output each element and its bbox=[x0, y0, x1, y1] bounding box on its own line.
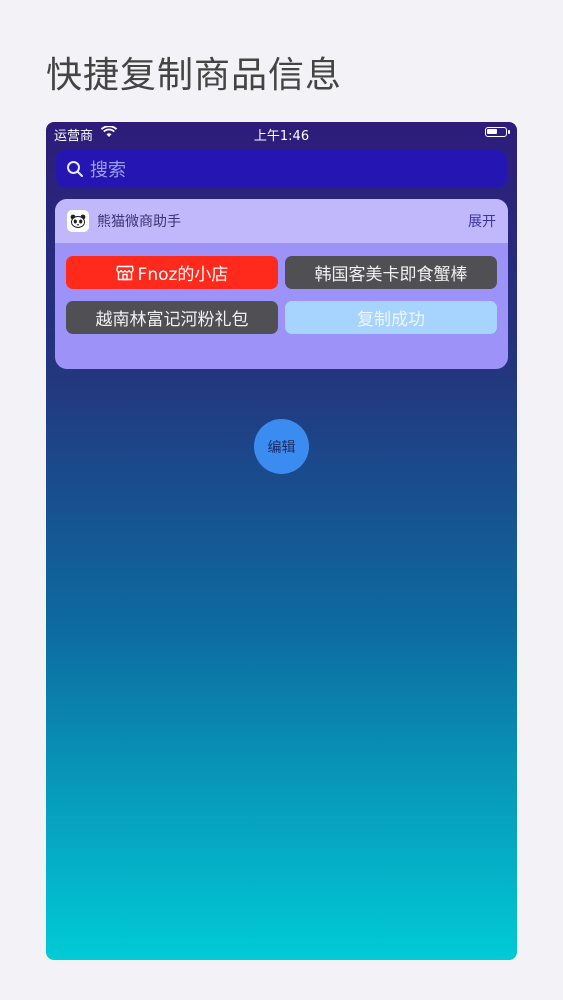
status-bar: 运营商 上午1:46 bbox=[46, 122, 517, 144]
search-icon bbox=[67, 161, 83, 177]
widget-app-name: 熊猫微商助手 bbox=[97, 214, 181, 230]
store-chip-label: Fnoz的小店 bbox=[137, 265, 229, 285]
search-placeholder[interactable]: 搜索 bbox=[90, 156, 126, 182]
search-bar[interactable]: 搜索 bbox=[56, 150, 507, 188]
product-chip-noodle[interactable]: 越南林富记河粉礼包 bbox=[66, 301, 278, 334]
copy-success-chip[interactable]: 复制成功 bbox=[285, 301, 497, 334]
copy-success-label: 复制成功 bbox=[357, 310, 425, 330]
product-chip-label: 越南林富记河粉礼包 bbox=[95, 310, 249, 330]
expand-button[interactable]: 展开 bbox=[468, 211, 496, 231]
widget-header: 熊猫微商助手 展开 bbox=[55, 199, 508, 243]
widget-panel: 熊猫微商助手 展开 Fnoz的小店 韩国客美卡即食蟹棒 越南林富记河粉礼包 复制… bbox=[55, 199, 508, 369]
status-time: 上午1:46 bbox=[253, 129, 310, 144]
battery-icon bbox=[485, 127, 510, 137]
panda-icon bbox=[67, 210, 89, 232]
edit-label: 编辑 bbox=[267, 439, 296, 456]
store-chip[interactable]: Fnoz的小店 bbox=[66, 256, 278, 289]
store-icon bbox=[115, 265, 134, 280]
product-chip-crab[interactable]: 韩国客美卡即食蟹棒 bbox=[285, 256, 497, 289]
product-chip-label: 韩国客美卡即食蟹棒 bbox=[314, 265, 468, 285]
phone-screen: 运营商 上午1:46 搜索 熊猫微商助手 展开 Fnoz的小店 韩国客美卡即食蟹… bbox=[46, 122, 517, 960]
page-title: 快捷复制商品信息 bbox=[46, 55, 343, 96]
edit-button[interactable]: 编辑 bbox=[254, 419, 309, 474]
